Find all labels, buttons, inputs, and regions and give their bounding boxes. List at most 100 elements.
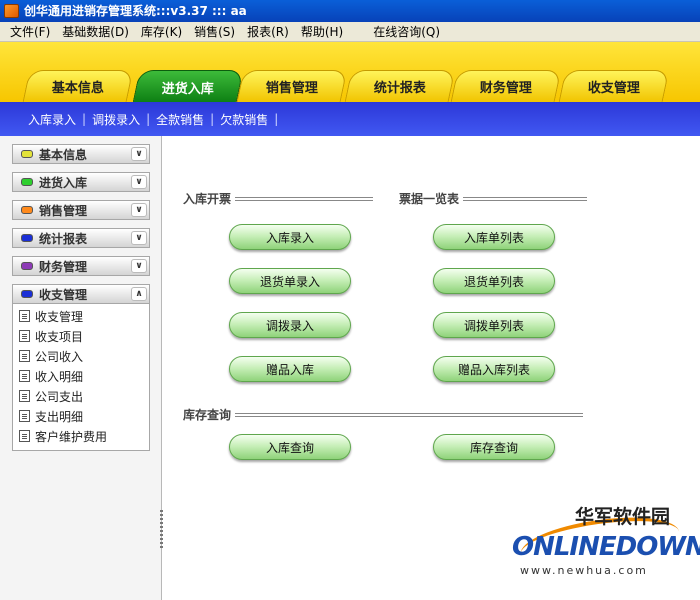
sidebar-item-label: 客户维护费用 bbox=[35, 429, 108, 444]
sidebar-group-sales-management[interactable]: 销售管理 ∨ bbox=[12, 200, 150, 220]
section-document-lists: 票据一览表 bbox=[399, 190, 588, 207]
return-list-button[interactable]: 退货单列表 bbox=[433, 268, 555, 294]
sidebar-group-purchase-inbound[interactable]: 进货入库 ∨ bbox=[12, 172, 150, 192]
watermark-url: www.newhua.com bbox=[520, 564, 648, 577]
yellow-pill-icon bbox=[21, 150, 33, 158]
chevron-down-icon[interactable]: ∨ bbox=[131, 259, 147, 273]
blue-pill-icon bbox=[21, 234, 33, 242]
watermark-cn: 华军软件园 bbox=[574, 506, 670, 528]
onlinedown-watermark-logo: 华军软件园 ONLINEDOWN www.newhua.com bbox=[512, 502, 700, 582]
title-bar: 创华通用进销存管理系统:::v3.37 ::: aa bbox=[0, 0, 700, 22]
sidebar-item-label: 收支项目 bbox=[35, 329, 84, 344]
sidebar-item-label: 支出明细 bbox=[35, 409, 84, 424]
document-icon bbox=[19, 390, 30, 402]
sidebar-group-label: 进货入库 bbox=[39, 175, 88, 190]
blue-pill-icon bbox=[21, 290, 33, 298]
transfer-list-button[interactable]: 调拨单列表 bbox=[433, 312, 555, 338]
section-rule bbox=[463, 196, 588, 201]
sidebar-item-label: 公司支出 bbox=[35, 389, 84, 404]
section-title-text: 入库开票 bbox=[183, 192, 232, 206]
sidebar-group-basic-info[interactable]: 基本信息 ∨ bbox=[12, 144, 150, 164]
tab-sales-management[interactable]: 销售管理 bbox=[236, 70, 348, 102]
app-icon bbox=[4, 4, 19, 18]
tab-label: 财务管理 bbox=[479, 81, 532, 96]
section-inventory-query: 库存查询 bbox=[183, 406, 584, 423]
tab-label: 进货入库 bbox=[161, 81, 214, 97]
green-pill-icon bbox=[21, 178, 33, 186]
orange-pill-icon bbox=[21, 206, 33, 214]
chevron-up-icon[interactable]: ∧ bbox=[131, 287, 147, 301]
menu-reports[interactable]: 报表(R) bbox=[241, 23, 295, 40]
sidebar-item-company-income[interactable]: 公司收入 bbox=[19, 346, 149, 366]
tab-basic-info[interactable]: 基本信息 bbox=[22, 70, 134, 102]
document-icon bbox=[19, 410, 30, 422]
sidebar-group-statistics-reports[interactable]: 统计报表 ∨ bbox=[12, 228, 150, 248]
sidebar-item-income-expense-management[interactable]: 收支管理 bbox=[19, 306, 149, 326]
transfer-entry-button[interactable]: 调拨录入 bbox=[229, 312, 351, 338]
sidebar-group-label: 统计报表 bbox=[39, 231, 88, 246]
tab-label: 统计报表 bbox=[373, 81, 426, 96]
section-title-text: 库存查询 bbox=[183, 408, 232, 422]
inbound-entry-button[interactable]: 入库录入 bbox=[229, 224, 351, 250]
sidebar-item-income-details[interactable]: 收入明细 bbox=[19, 366, 149, 386]
sidebar-group-label: 销售管理 bbox=[39, 203, 88, 218]
subnav-full-payment-sale[interactable]: 全款销售 bbox=[150, 111, 210, 128]
inbound-list-button[interactable]: 入库单列表 bbox=[433, 224, 555, 250]
inventory-query-button[interactable]: 库存查询 bbox=[433, 434, 555, 460]
menu-bar: 文件(F) 基础数据(D) 库存(K) 销售(S) 报表(R) 帮助(H) 在线… bbox=[0, 22, 700, 42]
section-rule bbox=[235, 412, 584, 417]
chevron-down-icon[interactable]: ∨ bbox=[131, 175, 147, 189]
subnav-credit-sale[interactable]: 欠款销售 bbox=[214, 111, 274, 128]
tab-bar: 基本信息 进货入库 销售管理 统计报表 财务管理 收支管理 bbox=[0, 42, 700, 103]
sidebar-item-label: 公司收入 bbox=[35, 349, 84, 364]
sidebar-group-income-expense[interactable]: 收支管理 ∧ bbox=[12, 284, 150, 304]
subnav-transfer-entry[interactable]: 调拨录入 bbox=[86, 111, 146, 128]
sub-navigation: 入库录入 | 调拨录入 | 全款销售 | 欠款销售 | bbox=[0, 102, 700, 136]
purple-pill-icon bbox=[21, 262, 33, 270]
sidebar-item-label: 收支管理 bbox=[35, 309, 84, 324]
gift-inbound-list-button[interactable]: 赠品入库列表 bbox=[433, 356, 555, 382]
chevron-down-icon[interactable]: ∨ bbox=[131, 147, 147, 161]
sidebar-subpanel: 收支管理 收支项目 公司收入 收入明细 公司支出 支出明细 客户维护费用 bbox=[12, 304, 150, 451]
menu-base-data[interactable]: 基础数据(D) bbox=[56, 23, 135, 40]
sidebar-group-label: 财务管理 bbox=[39, 259, 88, 274]
window-title: 创华通用进销存管理系统:::v3.37 ::: aa bbox=[24, 4, 247, 18]
sidebar-item-expense-details[interactable]: 支出明细 bbox=[19, 406, 149, 426]
chevron-down-icon[interactable]: ∨ bbox=[131, 203, 147, 217]
sidebar-group-label: 基本信息 bbox=[39, 147, 88, 162]
document-icon bbox=[19, 350, 30, 362]
watermark-en: ONLINEDOWN bbox=[512, 532, 700, 562]
section-rule bbox=[235, 196, 374, 201]
tab-income-expense[interactable]: 收支管理 bbox=[558, 70, 670, 102]
menu-inventory[interactable]: 库存(K) bbox=[135, 23, 188, 40]
sidebar-item-label: 收入明细 bbox=[35, 369, 84, 384]
menu-online-consult[interactable]: 在线咨询(Q) bbox=[367, 23, 446, 40]
tab-label: 销售管理 bbox=[265, 81, 318, 96]
menu-sales[interactable]: 销售(S) bbox=[188, 23, 241, 40]
document-icon bbox=[19, 330, 30, 342]
section-title-text: 票据一览表 bbox=[399, 192, 460, 206]
tab-purchase-inbound[interactable]: 进货入库 bbox=[132, 70, 244, 103]
tab-label: 基本信息 bbox=[51, 81, 104, 96]
menu-file[interactable]: 文件(F) bbox=[4, 23, 56, 40]
document-icon bbox=[19, 430, 30, 442]
document-icon bbox=[19, 370, 30, 382]
sidebar-item-company-expense[interactable]: 公司支出 bbox=[19, 386, 149, 406]
tab-statistics-reports[interactable]: 统计报表 bbox=[344, 70, 456, 102]
sidebar-group-finance-management[interactable]: 财务管理 ∨ bbox=[12, 256, 150, 276]
separator: | bbox=[274, 112, 279, 126]
sidebar-item-customer-maintenance-fee[interactable]: 客户维护费用 bbox=[19, 426, 149, 446]
chevron-down-icon[interactable]: ∨ bbox=[131, 231, 147, 245]
subnav-inbound-entry[interactable]: 入库录入 bbox=[22, 111, 82, 128]
inbound-query-button[interactable]: 入库查询 bbox=[229, 434, 351, 460]
tab-finance-management[interactable]: 财务管理 bbox=[450, 70, 562, 102]
menu-help[interactable]: 帮助(H) bbox=[295, 23, 349, 40]
sidebar: 基本信息 ∨ 进货入库 ∨ 销售管理 ∨ 统计报表 ∨ 财务管理 ∨ 收支管理 … bbox=[0, 136, 162, 600]
section-inbound-invoice: 入库开票 bbox=[183, 190, 374, 207]
gift-inbound-button[interactable]: 赠品入库 bbox=[229, 356, 351, 382]
sidebar-item-income-expense-items[interactable]: 收支项目 bbox=[19, 326, 149, 346]
tab-label: 收支管理 bbox=[587, 81, 640, 96]
document-icon bbox=[19, 310, 30, 322]
sidebar-group-label: 收支管理 bbox=[39, 287, 88, 302]
return-entry-button[interactable]: 退货单录入 bbox=[229, 268, 351, 294]
